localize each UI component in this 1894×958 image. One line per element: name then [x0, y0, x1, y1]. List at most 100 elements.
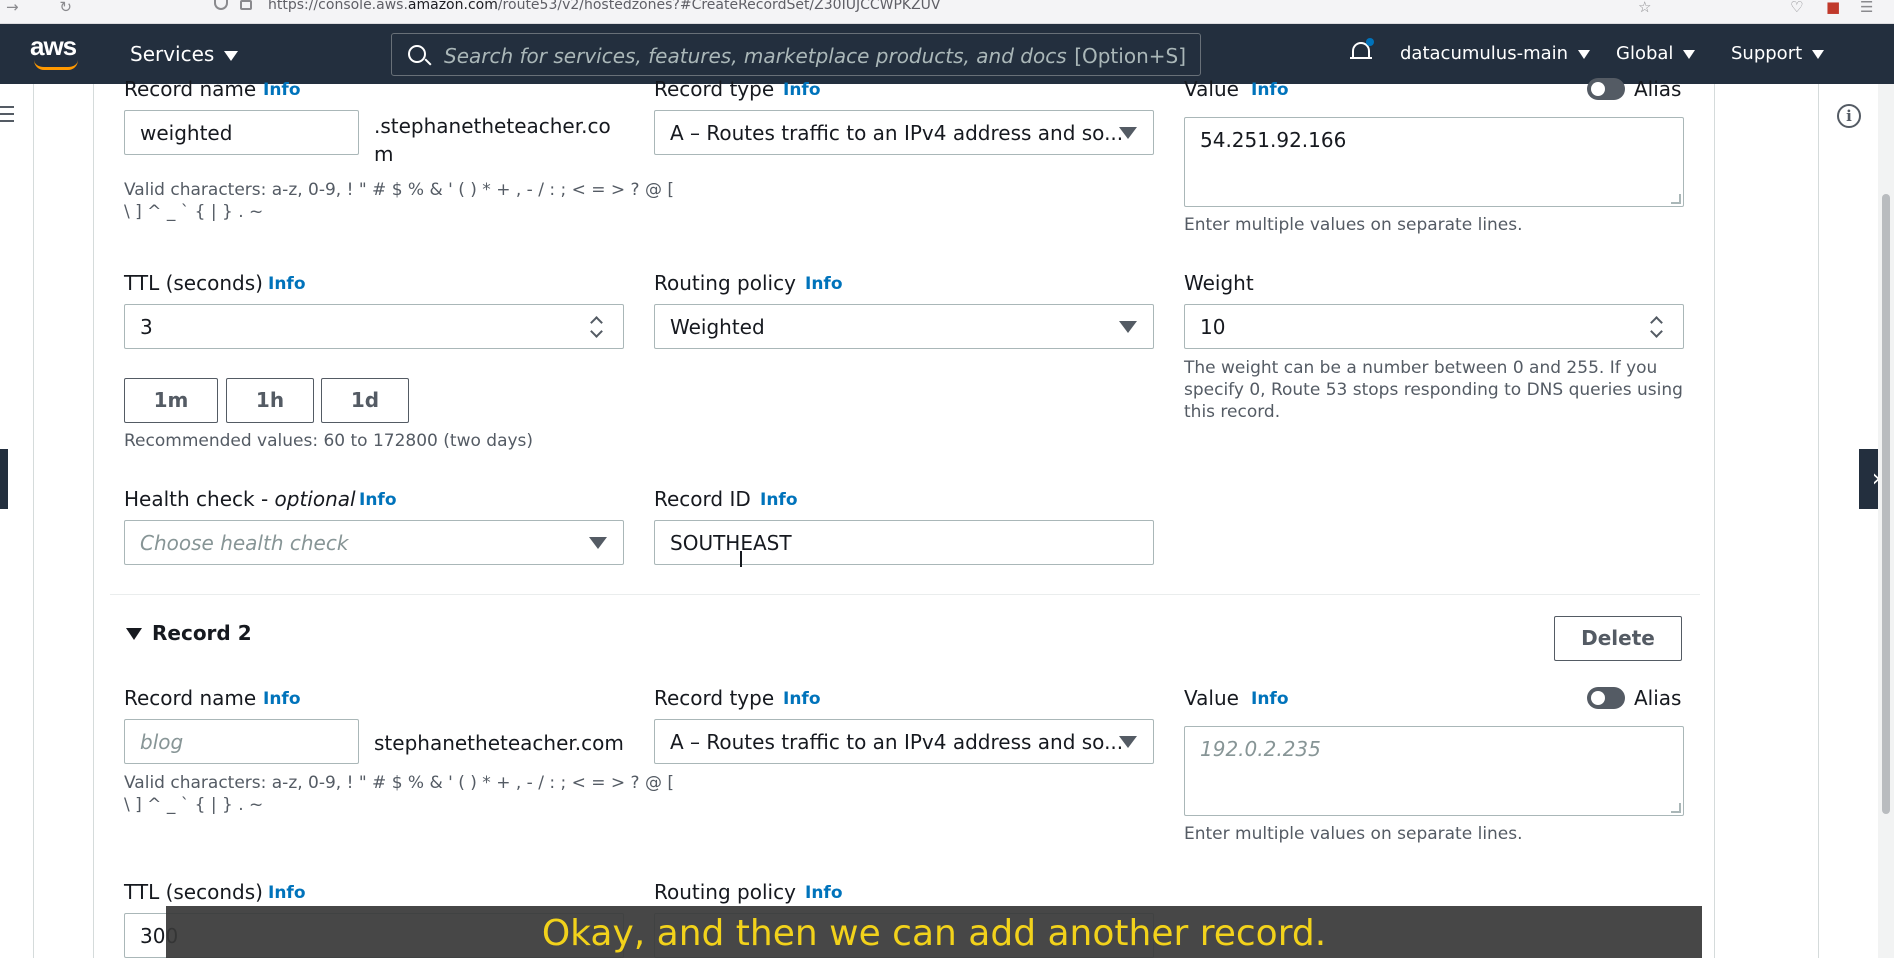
dropdown-arrow-icon: [1119, 321, 1137, 333]
value-textarea[interactable]: 54.251.92.166: [1184, 117, 1684, 207]
value-label: Value: [1184, 77, 1239, 101]
aws-logo[interactable]: aws: [30, 32, 82, 76]
alias-toggle[interactable]: [1587, 687, 1625, 709]
routing-policy-label: Routing policy: [654, 880, 796, 904]
health-check-select[interactable]: Choose health check: [124, 520, 624, 565]
caret-down-icon: [1578, 49, 1591, 59]
ttl-info-link[interactable]: Info: [268, 274, 306, 294]
routing-policy-info-link[interactable]: Info: [805, 274, 843, 294]
menu-icon[interactable]: ☰: [1860, 0, 1873, 16]
domain-suffix: stephanetheteacher.com: [374, 731, 624, 755]
alias-label: Alias: [1634, 686, 1682, 710]
health-check-placeholder: Choose health check: [140, 531, 349, 555]
value-textarea[interactable]: 192.0.2.235: [1184, 726, 1684, 816]
ttl-1m-button[interactable]: 1m: [124, 378, 218, 423]
dropdown-arrow-icon: [1119, 127, 1137, 139]
ttl-value: 3: [140, 315, 153, 339]
domain-suffix: .stephanetheteacher.co m: [374, 114, 611, 166]
weight-label: Weight: [1184, 271, 1254, 295]
caret-down-icon: [224, 50, 239, 61]
notifications-bell-icon[interactable]: [1350, 38, 1374, 64]
record-type-info-link[interactable]: Info: [783, 80, 821, 100]
record-name-info-link[interactable]: Info: [263, 80, 301, 100]
hamburger-icon[interactable]: [0, 106, 14, 122]
record-name-label: Record name: [124, 77, 257, 101]
record-2-title[interactable]: Record 2: [152, 621, 252, 645]
region-label: Global: [1616, 43, 1674, 64]
alias-label: Alias: [1634, 77, 1682, 101]
routing-policy-select[interactable]: Weighted: [654, 304, 1154, 349]
weight-input[interactable]: 10: [1184, 304, 1684, 349]
support-label: Support: [1731, 43, 1803, 64]
value-info-link[interactable]: Info: [1251, 80, 1289, 100]
ttl-1d-button[interactable]: 1d: [321, 378, 409, 423]
record-name-input[interactable]: blog: [124, 719, 359, 764]
delete-record-button[interactable]: Delete: [1554, 616, 1682, 661]
aws-smile-icon: [34, 60, 78, 70]
browser-toolbar: → ↻ https://console.aws.amazon.com/route…: [0, 0, 1894, 24]
ttl-1h-button[interactable]: 1h: [226, 378, 314, 423]
record-type-select[interactable]: A – Routes traffic to an IPv4 address an…: [654, 719, 1154, 764]
services-menu[interactable]: Services: [130, 42, 239, 66]
caret-down-icon: [1812, 49, 1825, 59]
record-id-input[interactable]: SOUTHEAST: [654, 520, 1154, 565]
ttl-label: TTL (seconds): [124, 271, 263, 295]
services-label: Services: [130, 42, 215, 66]
pocket-icon[interactable]: ♡: [1790, 0, 1803, 16]
record-type-info-link[interactable]: Info: [783, 689, 821, 709]
shield-icon[interactable]: [214, 0, 228, 10]
left-rail: [0, 84, 34, 958]
search-shortcut: [Option+S]: [1074, 44, 1186, 68]
record-type-value: A – Routes traffic to an IPv4 address an…: [670, 730, 1124, 754]
account-menu[interactable]: datacumulus-main: [1400, 43, 1591, 64]
video-subtitle: Okay, and then we can add another record…: [166, 906, 1702, 958]
bookmark-star-icon[interactable]: ☆: [1638, 0, 1651, 16]
ttl-info-link[interactable]: Info: [268, 883, 306, 903]
account-label: datacumulus-main: [1400, 43, 1569, 64]
value-placeholder: 192.0.2.235: [1200, 737, 1321, 761]
url-bar[interactable]: https://console.aws.amazon.com/route53/v…: [268, 0, 941, 12]
search-input[interactable]: Search for services, features, marketpla…: [444, 44, 1067, 68]
record-type-select[interactable]: A – Routes traffic to an IPv4 address an…: [654, 110, 1154, 155]
notification-dot: [1366, 38, 1374, 46]
record-name-info-link[interactable]: Info: [263, 689, 301, 709]
record-type-value: A – Routes traffic to an IPv4 address an…: [670, 121, 1124, 145]
record-name-input[interactable]: weighted: [124, 110, 359, 155]
right-rail: [1818, 84, 1878, 958]
resize-handle-icon[interactable]: [1671, 194, 1681, 204]
region-menu[interactable]: Global: [1616, 43, 1696, 64]
browser-nav-icons[interactable]: → ↻: [6, 0, 90, 15]
ttl-label: TTL (seconds): [124, 880, 263, 904]
lock-icon: [240, 0, 252, 10]
valid-characters-hint: Valid characters: a-z, 0-9, ! " # $ % & …: [124, 180, 674, 222]
collapse-caret-icon[interactable]: [126, 628, 142, 640]
record-id-info-link[interactable]: Info: [760, 490, 798, 510]
stepper-icon[interactable]: [1649, 315, 1665, 339]
value-info-link[interactable]: Info: [1251, 689, 1289, 709]
support-menu[interactable]: Support: [1731, 43, 1825, 64]
stepper-icon[interactable]: [589, 315, 605, 339]
weight-value: 10: [1200, 315, 1226, 339]
routing-policy-info-link[interactable]: Info: [805, 883, 843, 903]
info-panel-icon[interactable]: i: [1837, 104, 1861, 128]
value-hint: Enter multiple values on separate lines.: [1184, 215, 1523, 235]
record-type-label: Record type: [654, 77, 775, 101]
scrollbar-thumb[interactable]: [1882, 194, 1890, 814]
extension-icon[interactable]: ■: [1826, 0, 1840, 16]
value-text: 54.251.92.166: [1200, 128, 1347, 152]
record-divider: [110, 594, 1700, 595]
weight-hint: The weight can be a number between 0 and…: [1184, 358, 1683, 422]
left-panel-tab[interactable]: [0, 449, 8, 509]
ttl-input[interactable]: 3: [124, 304, 624, 349]
alias-toggle[interactable]: [1587, 78, 1625, 100]
routing-policy-label: Routing policy: [654, 271, 796, 295]
valid-characters-hint: Valid characters: a-z, 0-9, ! " # $ % & …: [124, 773, 674, 815]
record-name-label: Record name: [124, 686, 257, 710]
search-bar[interactable]: Search for services, features, marketpla…: [391, 33, 1201, 76]
resize-handle-icon[interactable]: [1671, 803, 1681, 813]
page-scrollbar[interactable]: [1878, 84, 1894, 958]
routing-policy-value: Weighted: [670, 315, 765, 339]
health-check-info-link[interactable]: Info: [359, 490, 397, 510]
value-hint: Enter multiple values on separate lines.: [1184, 824, 1523, 844]
text-cursor-icon: [739, 551, 743, 567]
